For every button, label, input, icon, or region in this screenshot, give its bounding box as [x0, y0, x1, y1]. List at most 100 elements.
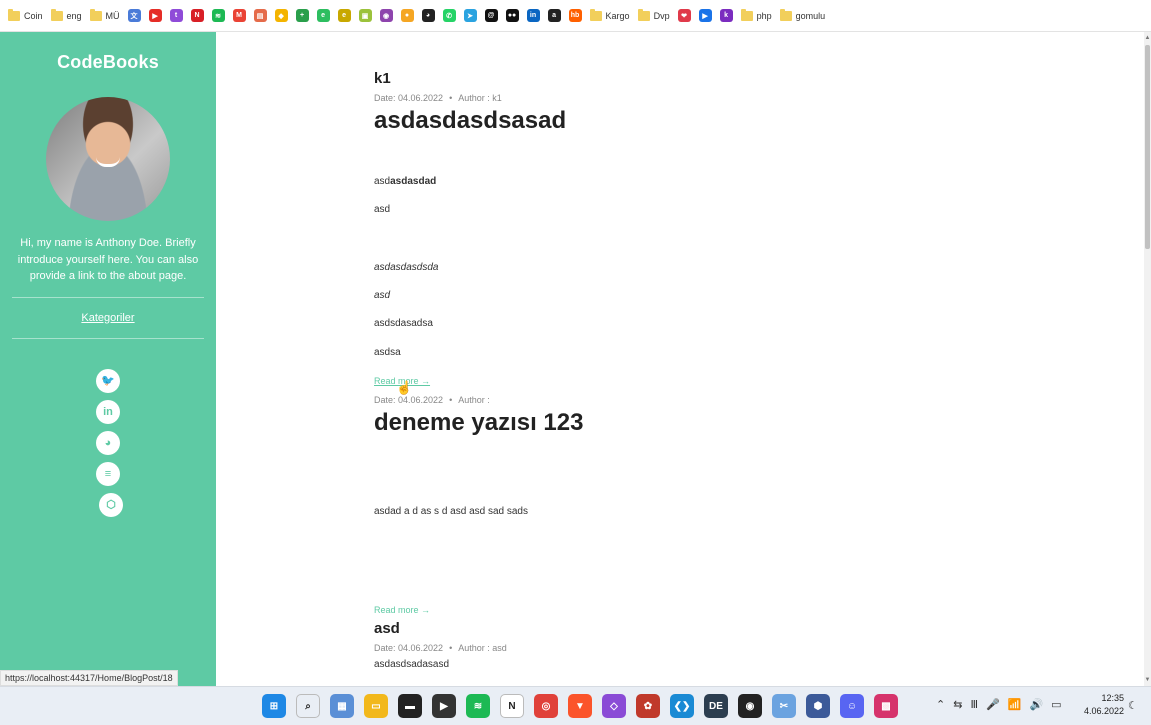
windows-start-icon[interactable]: ⊞ — [262, 694, 286, 718]
post-meta: Date: 04.06.2022 • Author : k1 — [374, 93, 502, 103]
bars-icon[interactable]: Ⅲ — [970, 698, 978, 711]
folder-icon — [89, 8, 102, 21]
show-hidden-icons-icon[interactable]: ⌃ — [936, 698, 945, 711]
bookmark-threads[interactable]: @ — [484, 6, 498, 26]
post-deneme: Date: 04.06.2022 • Author : deneme yazısı … — [374, 395, 894, 437]
virtualbox-icon[interactable]: ⬢ — [806, 694, 830, 718]
bookmark-medium[interactable]: ●● — [505, 6, 519, 26]
search-icon[interactable]: ⌕ — [296, 694, 320, 718]
network-toggle-icon[interactable]: ⇆ — [953, 698, 962, 711]
whatsapp-icon: ✆ — [442, 9, 456, 22]
bookmark-hepsiburada[interactable]: hb — [568, 6, 582, 26]
bookmark-onion[interactable]: ◉ — [379, 6, 393, 26]
vscode-icon[interactable]: ❮❯ — [670, 694, 694, 718]
bookmark-telegram[interactable]: ➤ — [463, 6, 477, 26]
file-explorer-icon[interactable]: ▭ — [364, 694, 388, 718]
stackoverflow-icon[interactable]: ≡ — [96, 461, 120, 486]
photos-icon[interactable]: ▦ — [330, 694, 354, 718]
linkedin-icon: in — [526, 9, 540, 22]
k-icon: k — [719, 9, 733, 22]
categories-link[interactable]: Kategoriler — [81, 312, 134, 324]
post-date: Date: 04.06.2022 — [374, 395, 444, 405]
clock-time: 12:35 — [1101, 693, 1124, 703]
folder-icon — [50, 8, 63, 21]
translate-icon: 文 — [127, 9, 141, 22]
volume-icon[interactable]: 🔊 — [1029, 698, 1043, 711]
vertical-scrollbar[interactable]: ▲ ▼ — [1144, 32, 1151, 686]
bookmark-label: Dvp — [653, 10, 670, 21]
bookmark-twitch[interactable]: t — [169, 6, 183, 26]
read-more-link[interactable]: Read more → — [374, 605, 894, 615]
bookmark-play-circle[interactable]: ▶ — [698, 6, 712, 26]
snipping-tool-icon[interactable]: ✂ — [772, 694, 796, 718]
notion-icon[interactable]: N — [500, 694, 524, 718]
codepen-icon[interactable]: ⬡ — [99, 492, 123, 517]
intro-text: Hi, my name is Anthony Doe. Briefly intr… — [17, 237, 199, 282]
youtube-icon: ▶ — [148, 9, 162, 22]
bookmark-folder[interactable]: gomulu — [779, 6, 825, 26]
taskbar: ⊞ ⌕ ▦ ▭ ▬ ▶ ≋ N ◎ ▼ ◇ ✿ ❮❯ DE ◉ ✂ ⬢ ☺ ▩ ⌃ ⇆ Ⅲ 🎤 📶 🔊 ▭ 12:35 4.06… — [0, 686, 1151, 725]
bookmark-circle-orange[interactable]: ● — [400, 6, 414, 26]
bookmark-folder[interactable]: MÜ — [89, 6, 120, 26]
bookmark-amazon[interactable]: a — [547, 6, 561, 26]
github-icon: ◕ — [421, 9, 435, 22]
bookmark-netflix[interactable]: N — [190, 6, 204, 26]
bookmark-folder[interactable]: Coin — [8, 6, 43, 26]
bookmark-evernote[interactable]: e — [316, 6, 330, 26]
linkedin-icon[interactable]: in — [96, 399, 120, 424]
post-paragraph: asd — [374, 204, 391, 215]
terminal-icon[interactable]: ▬ — [398, 694, 422, 718]
bookmark-folder[interactable]: Dvp — [637, 6, 670, 26]
scroll-up-arrow-icon[interactable]: ▲ — [1144, 34, 1151, 42]
post-heading[interactable]: deneme yazısı 123 — [374, 409, 894, 437]
twitter-icon[interactable]: 🐦 — [96, 368, 120, 393]
microphone-icon[interactable]: 🎤 — [986, 698, 1000, 711]
clock[interactable]: 12:35 4.06.2022 — [1080, 692, 1124, 718]
post-title[interactable]: asd — [374, 620, 894, 637]
bookmark-folder[interactable]: php — [740, 6, 772, 26]
wifi-icon[interactable]: 📶 — [1008, 698, 1022, 711]
obs-icon[interactable]: ◉ — [738, 694, 762, 718]
visual-studio-icon[interactable]: ◇ — [602, 694, 626, 718]
bookmark-youtube[interactable]: ▶ — [148, 6, 162, 26]
bookmark-linkedin[interactable]: in — [526, 6, 540, 26]
bookmarks-bar: Coin eng MÜ 文 ▶ t N ≋ M ▤ ◆ + e e ▣ ◉ ● ◕ ✆ ➤ @ ●● in a hb Kargo D… — [0, 0, 1151, 32]
bookmark-gmail[interactable]: M — [232, 6, 246, 26]
davinci-icon[interactable]: ✿ — [636, 694, 660, 718]
read-more-link[interactable]: Read more → — [374, 376, 894, 386]
folder-icon — [779, 8, 792, 21]
bookmark-spotify[interactable]: ≋ — [211, 6, 225, 26]
discord-icon[interactable]: ☺ — [840, 694, 864, 718]
bookmark-github[interactable]: ◕ — [421, 6, 435, 26]
slides-icon: ▤ — [253, 9, 267, 22]
bookmark-k[interactable]: k — [719, 6, 733, 26]
bookmark-keep[interactable]: ◆ — [274, 6, 288, 26]
clock-date: 4.06.2022 — [1083, 706, 1124, 716]
colorful-app-icon[interactable]: ▩ — [874, 694, 898, 718]
scrollbar-thumb[interactable] — [1145, 45, 1150, 249]
bookmark-whatsapp[interactable]: ✆ — [442, 6, 456, 26]
bookmark-sheets-plus[interactable]: + — [295, 6, 309, 26]
bookmark-slides[interactable]: ▤ — [253, 6, 267, 26]
bookmark-folder[interactable]: Kargo — [589, 6, 630, 26]
devops-icon[interactable]: DE — [704, 694, 728, 718]
bookmark-translate[interactable]: 文 — [127, 6, 141, 26]
media-player-icon[interactable]: ▶ — [432, 694, 456, 718]
battery-icon[interactable]: ▭ — [1051, 698, 1061, 711]
bookmark-pocket[interactable]: ❤ — [677, 6, 691, 26]
bookmark-ebook[interactable]: e — [337, 6, 351, 26]
brave-icon[interactable]: ▼ — [568, 694, 592, 718]
evernote-icon: e — [316, 9, 330, 22]
post-meta: Date: 04.06.2022 • Author : asd — [374, 643, 507, 653]
status-url: https://localhost:44317/Home/BlogPost/18 — [0, 670, 178, 686]
scroll-down-arrow-icon[interactable]: ▼ — [1144, 676, 1151, 684]
post-title[interactable]: k1 — [374, 70, 894, 87]
site-brand[interactable]: CodeBooks — [0, 52, 216, 73]
github-icon[interactable]: ◕ — [96, 430, 120, 455]
play-circle-icon: ▶ — [698, 9, 712, 22]
bookmark-folder[interactable]: eng — [50, 6, 82, 26]
bookmark-photo[interactable]: ▣ — [358, 6, 372, 26]
chrome-icon[interactable]: ◎ — [534, 694, 558, 718]
notification-icon[interactable]: ☾ — [1128, 699, 1138, 712]
spotify-icon[interactable]: ≋ — [466, 694, 490, 718]
